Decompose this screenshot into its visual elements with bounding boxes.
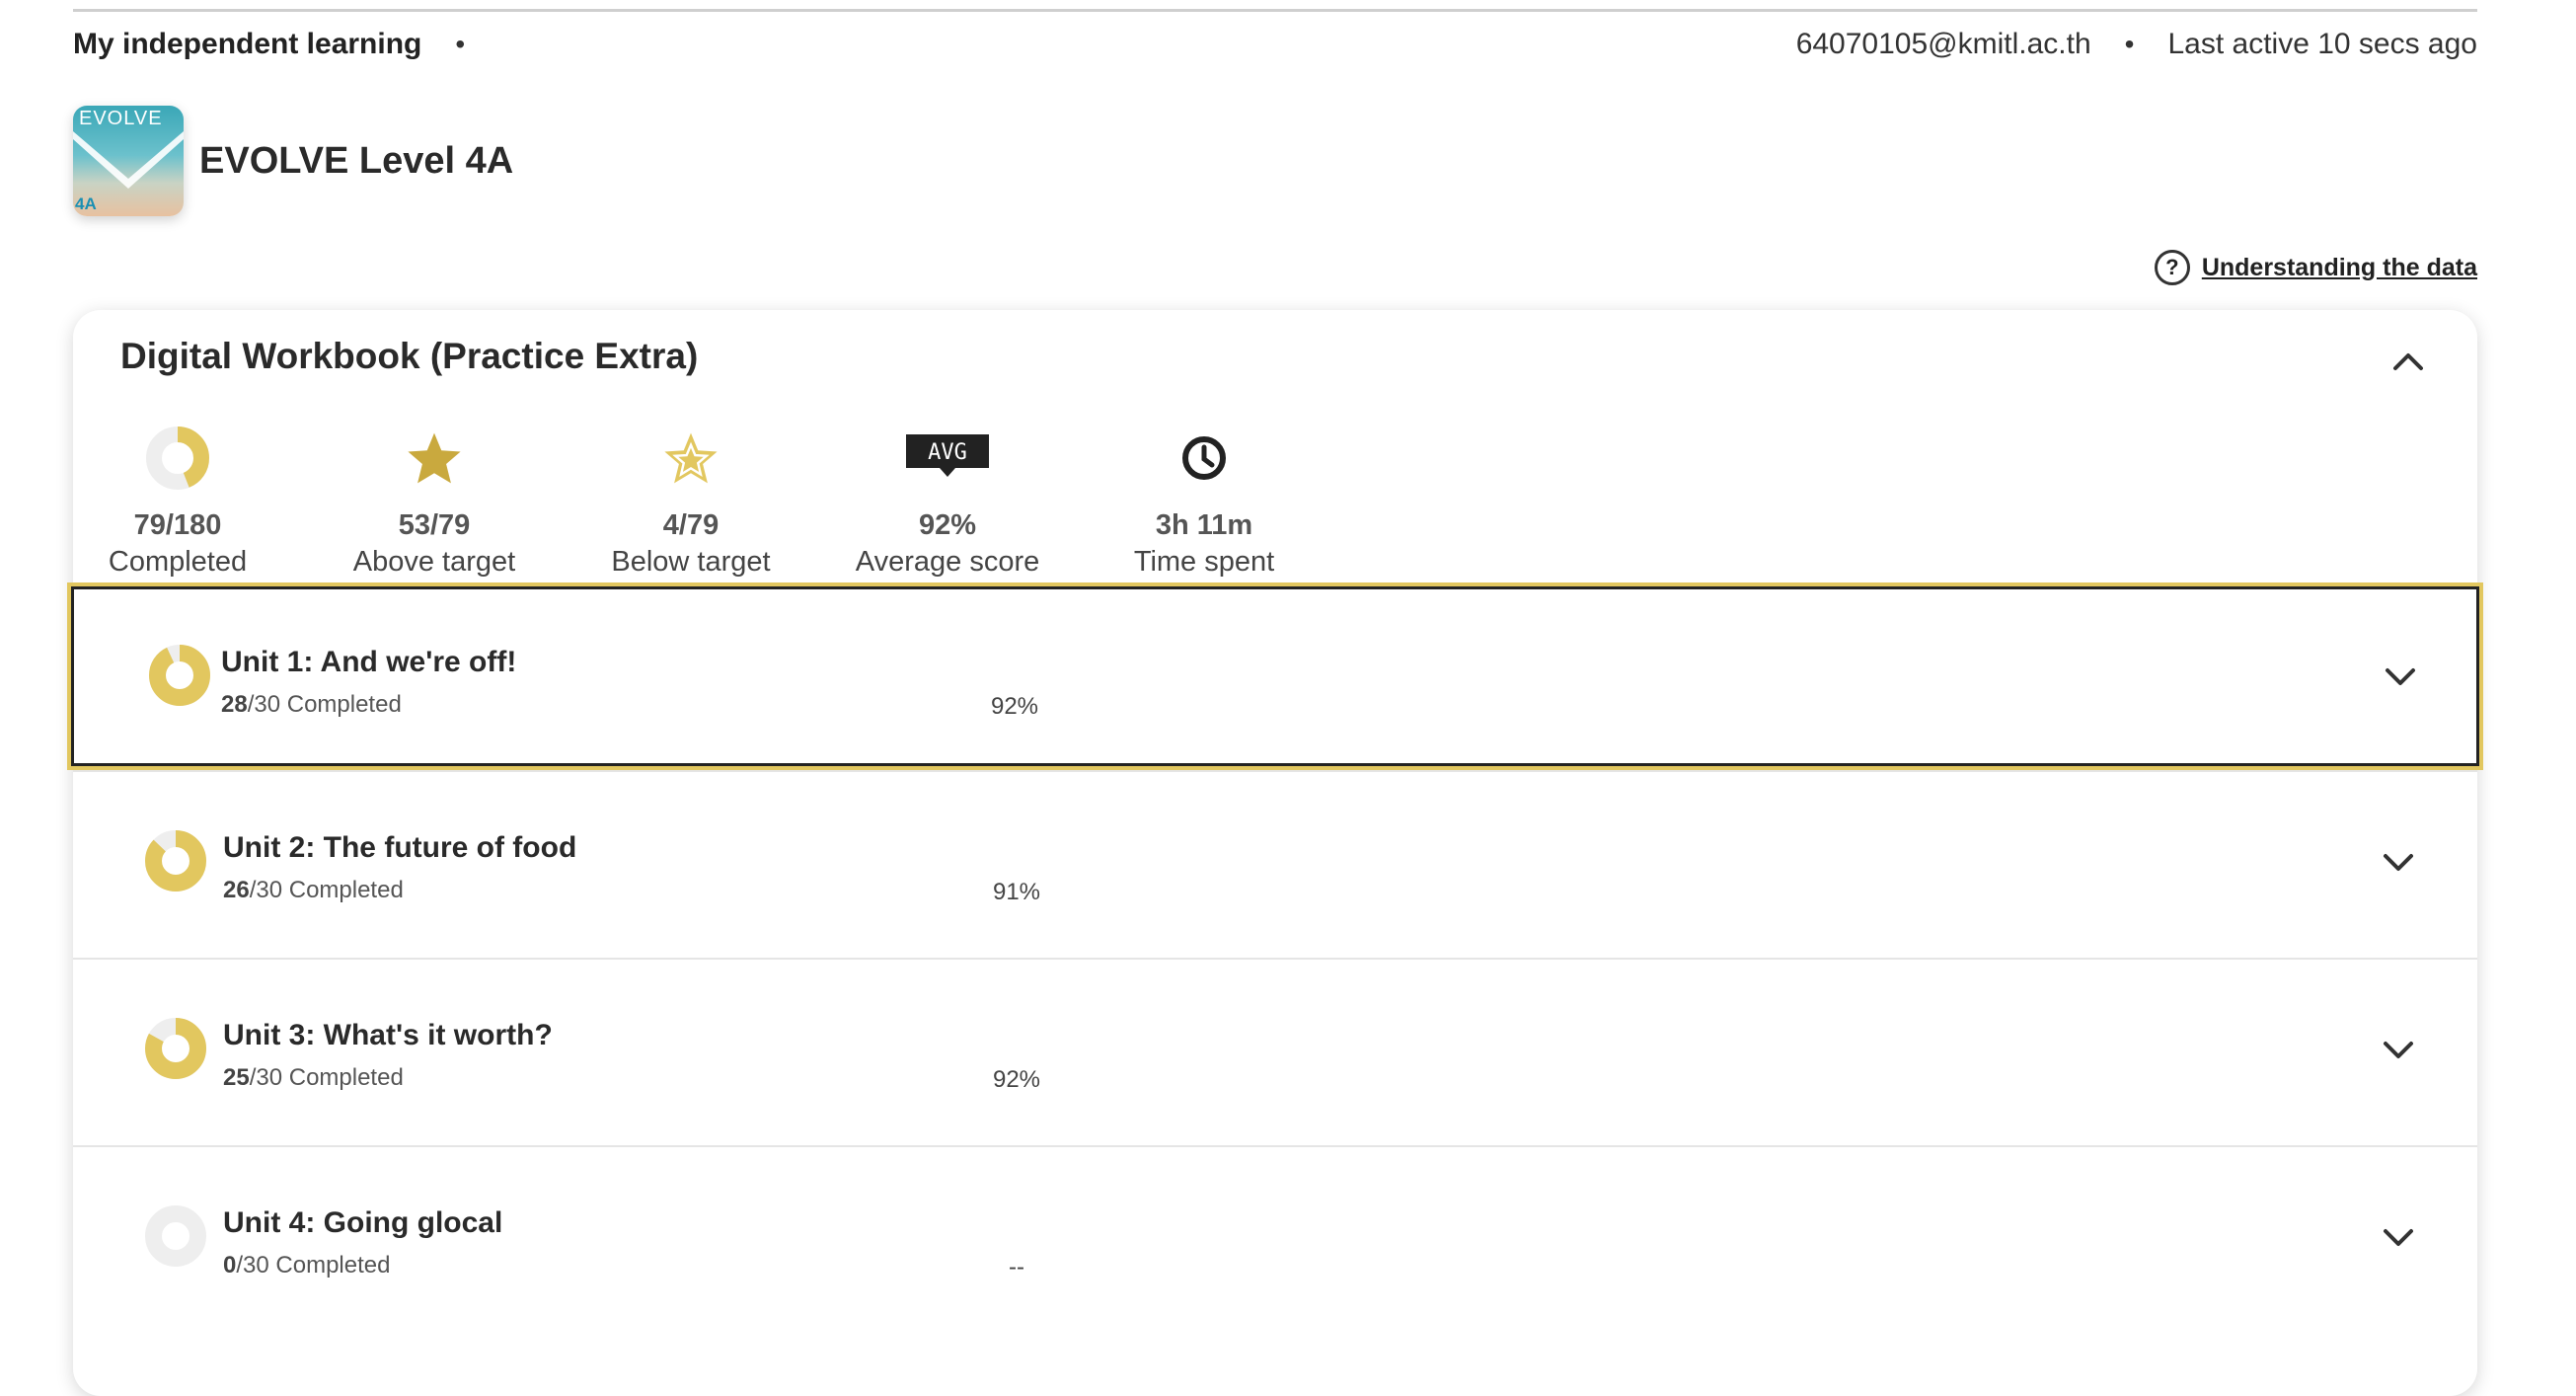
course-logo: EVOLVE 4A — [73, 106, 184, 216]
progress-donut-icon — [146, 427, 209, 490]
separator-dot: • — [2124, 29, 2135, 59]
stat-above-target: 53/79 Above target — [316, 419, 553, 579]
unit-progress-donut-icon — [149, 645, 210, 706]
unit-score: 92% — [990, 693, 1039, 720]
stat-value: 4/79 — [662, 509, 720, 541]
unit-completion: 26/30 Completed — [223, 877, 404, 904]
separator-dot: • — [455, 29, 466, 59]
header-right: 64070105@kmitl.ac.th • Last active 10 se… — [1796, 28, 2477, 61]
stat-completed: 79/180 Completed — [59, 419, 296, 579]
unit-total: /30 Completed — [236, 1252, 391, 1279]
donut-progress-arc — [149, 645, 210, 706]
chevron-down-icon — [2384, 1229, 2413, 1246]
stat-below-target: 4/79 Below target — [572, 419, 809, 579]
chevron-down-icon — [2384, 854, 2413, 871]
course-header: EVOLVE 4A EVOLVE Level 4A — [73, 106, 513, 216]
unit-total: /30 Completed — [249, 877, 404, 903]
question-circle-icon: ? — [2154, 250, 2190, 285]
chevron-up-icon — [2393, 353, 2423, 370]
unit-done-count: 28 — [221, 691, 248, 718]
expand-button[interactable] — [2379, 1031, 2418, 1070]
last-active-status: Last active 10 secs ago — [2167, 28, 2477, 60]
unit-completion: 25/30 Completed — [223, 1064, 404, 1092]
unit-total: /30 Completed — [249, 1064, 404, 1091]
stat-label: Below target — [611, 546, 771, 578]
unit-completion: 0/30 Completed — [223, 1252, 390, 1280]
avg-badge-icon: AVG — [906, 434, 989, 477]
unit-name: Unit 2: The future of food — [223, 831, 577, 864]
unit-name: Unit 3: What's it worth? — [223, 1019, 553, 1051]
expand-button[interactable] — [2379, 843, 2418, 883]
unit-done-count: 0 — [223, 1252, 237, 1279]
logo-brand-text: EVOLVE — [79, 108, 163, 129]
unit-total: /30 Completed — [247, 691, 402, 718]
top-divider — [73, 9, 2477, 12]
stat-time-spent: 3h 11m Time spent — [1086, 419, 1323, 579]
expand-button[interactable] — [2381, 658, 2420, 697]
workbook-card: Digital Workbook (Practice Extra) 79/180… — [67, 310, 2483, 1396]
unit-score: -- — [1009, 1254, 1024, 1280]
unit-progress-donut-icon — [145, 1205, 206, 1267]
collapse-button[interactable] — [2387, 340, 2430, 383]
unit-row[interactable]: Unit 3: What's it worth? 25/30 Completed 9… — [73, 958, 2477, 1145]
understanding-data-link[interactable]: ? Understanding the data — [2154, 250, 2477, 285]
star-icon — [408, 432, 461, 484]
star-outline-icon — [664, 432, 718, 484]
unit-done-count: 26 — [223, 877, 250, 903]
stat-label: Time spent — [1133, 546, 1275, 578]
unit-progress-donut-icon — [145, 830, 206, 892]
logo-v-shape — [73, 131, 184, 189]
section-title: Digital Workbook (Practice Extra) — [120, 336, 699, 376]
chevron-down-icon — [2386, 668, 2415, 685]
stat-value: 92% — [918, 509, 977, 541]
course-title: EVOLVE Level 4A — [199, 139, 514, 182]
logo-level-text: 4A — [75, 194, 97, 213]
donut-track — [145, 1205, 206, 1267]
chevron-down-icon — [2384, 1042, 2413, 1058]
expand-button[interactable] — [2379, 1218, 2418, 1258]
page-title: My independent learning — [73, 28, 422, 60]
header-left: My independent learning • — [73, 28, 465, 61]
unit-row[interactable]: Unit 4: Going glocal 0/30 Completed -- — [73, 1145, 2477, 1333]
avg-badge-text: AVG — [928, 440, 967, 465]
stat-average-score: AVG 92% Average score — [829, 419, 1066, 579]
page-header: My independent learning • 64070105@kmitl… — [73, 24, 2477, 67]
unit-name: Unit 4: Going glocal — [223, 1206, 503, 1239]
unit-score: 91% — [992, 879, 1041, 905]
stat-label: Completed — [108, 546, 248, 578]
unit-progress-donut-icon — [145, 1018, 206, 1079]
understanding-data-label[interactable]: Understanding the data — [2202, 254, 2477, 282]
unit-score: 92% — [992, 1066, 1041, 1093]
stat-value: 53/79 — [398, 509, 471, 541]
stat-value: 3h 11m — [1155, 509, 1253, 541]
stat-value: 79/180 — [133, 509, 222, 541]
unit-completion: 28/30 Completed — [221, 691, 402, 719]
donut-progress-arc — [145, 830, 206, 892]
user-email: 64070105@kmitl.ac.th — [1795, 28, 2091, 60]
unit-row[interactable]: Unit 2: The future of food 26/30 Complete… — [73, 770, 2477, 958]
stat-label: Average score — [855, 546, 1040, 578]
clock-icon — [1182, 436, 1226, 480]
stat-label: Above target — [352, 546, 516, 578]
unit-done-count: 25 — [223, 1064, 250, 1091]
unit-row[interactable]: Unit 1: And we're off! 28/30 Completed 92% — [67, 582, 2483, 770]
unit-name: Unit 1: And we're off! — [221, 646, 517, 678]
